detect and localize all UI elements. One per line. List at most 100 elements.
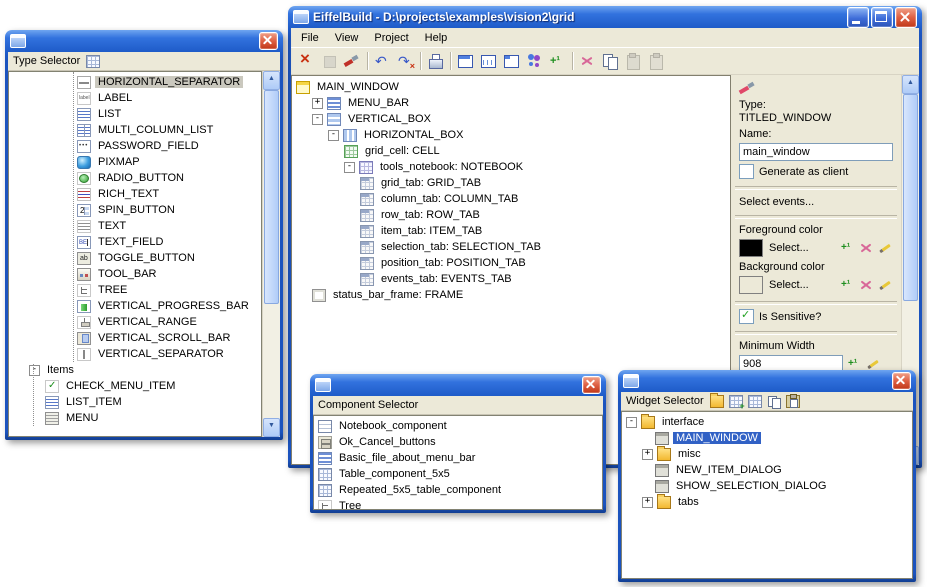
tree-row[interactable]: selection_tab: SELECTION_TAB xyxy=(292,239,730,255)
close-button[interactable] xyxy=(582,376,601,394)
pencil-icon[interactable] xyxy=(866,357,881,371)
background-select-button[interactable]: Select... xyxy=(769,279,836,291)
scrollbar-thumb[interactable] xyxy=(903,94,918,301)
tree-row[interactable]: HORIZONTAL_SEPARATOR xyxy=(9,74,261,90)
tree-row[interactable]: +misc xyxy=(622,446,912,462)
tree-row[interactable]: TEXT_FIELD xyxy=(9,234,261,250)
collapse-icon[interactable]: - xyxy=(328,130,339,141)
toolbar-button-tab-view[interactable] xyxy=(500,50,523,72)
folder-icon[interactable] xyxy=(710,395,724,408)
scroll-up-icon[interactable] xyxy=(902,75,919,94)
maximize-button[interactable] xyxy=(871,7,893,28)
tree-row[interactable]: Tree xyxy=(314,498,602,510)
toolbar-button-copy[interactable] xyxy=(599,50,622,72)
close-button[interactable] xyxy=(259,32,278,50)
toolbar-button-users[interactable] xyxy=(523,50,546,72)
tree-row[interactable]: NEW_ITEM_DIALOG xyxy=(622,462,912,478)
table-add-icon[interactable] xyxy=(729,395,743,408)
tree-row[interactable]: RADIO_BUTTON xyxy=(9,170,261,186)
table-icon[interactable] xyxy=(86,55,100,68)
titlebar[interactable] xyxy=(618,370,916,392)
tree-row[interactable]: Basic_file_about_menu_bar xyxy=(314,450,602,466)
collapse-icon[interactable]: - xyxy=(312,114,323,125)
select-events-button[interactable]: Select events... xyxy=(739,196,893,208)
tree-row[interactable]: Repeated_5x5_table_component xyxy=(314,482,602,498)
collapse-icon[interactable]: - xyxy=(626,417,637,428)
type-selector-scrollbar[interactable] xyxy=(262,71,280,437)
tree-row[interactable]: +MENU_BAR xyxy=(292,95,730,111)
scissors-icon[interactable] xyxy=(859,241,874,255)
plus-one-icon[interactable] xyxy=(840,241,855,255)
tree-row[interactable]: MAIN_WINDOW xyxy=(622,430,912,446)
tree-row[interactable]: LIST_ITEM xyxy=(9,394,261,410)
tree-row[interactable]: MULTI_COLUMN_LIST xyxy=(9,122,261,138)
tree-row[interactable]: Ok_Cancel_buttons xyxy=(314,434,602,450)
toolbar-button-cut[interactable] xyxy=(576,50,599,72)
titlebar[interactable] xyxy=(5,30,283,52)
tree-row[interactable]: status_bar_frame: FRAME xyxy=(292,287,730,303)
tree-row[interactable]: TREE xyxy=(9,282,261,298)
collapse-icon[interactable]: - xyxy=(344,162,355,173)
generate-as-client-checkbox[interactable] xyxy=(739,164,754,179)
titlebar[interactable]: EiffelBuild - D:\projects\examples\visio… xyxy=(288,6,922,28)
copy-icon[interactable] xyxy=(767,395,781,408)
menu-help[interactable]: Help xyxy=(417,30,456,46)
toolbar-button-brush[interactable] xyxy=(341,50,364,72)
pencil-icon[interactable] xyxy=(878,278,893,292)
minimize-button[interactable] xyxy=(847,7,869,28)
toolbar-button-add-one[interactable] xyxy=(546,50,569,72)
tree-row[interactable]: Table_component_5x5 xyxy=(314,466,602,482)
menu-file[interactable]: File xyxy=(293,30,327,46)
tree-row[interactable]: row_tab: ROW_TAB xyxy=(292,207,730,223)
background-color-swatch[interactable] xyxy=(739,276,763,294)
paste-icon[interactable] xyxy=(786,395,800,408)
tree-row[interactable]: -HORIZONTAL_BOX xyxy=(292,127,730,143)
expand-icon[interactable]: + xyxy=(642,449,653,460)
tree-row[interactable]: column_tab: COLUMN_TAB xyxy=(292,191,730,207)
expand-icon[interactable]: + xyxy=(312,98,323,109)
tree-row[interactable]: VERTICAL_SEPARATOR xyxy=(9,346,261,362)
titlebar[interactable] xyxy=(310,374,606,396)
tree-row[interactable]: SHOW_SELECTION_DIALOG xyxy=(622,478,912,494)
tree-row[interactable]: TOOL_BAR xyxy=(9,266,261,282)
tree-row[interactable]: PIXMAP xyxy=(9,154,261,170)
toolbar-button-paste[interactable] xyxy=(622,50,645,72)
tree-row[interactable]: +tabs xyxy=(622,494,912,510)
tree-row[interactable]: item_tab: ITEM_TAB xyxy=(292,223,730,239)
tree-row[interactable]: VERTICAL_SCROLL_BAR xyxy=(9,330,261,346)
scroll-up-icon[interactable] xyxy=(263,71,280,90)
tree-row[interactable]: CHECK_MENU_ITEM xyxy=(9,378,261,394)
tree-row[interactable]: MENU xyxy=(9,410,261,426)
tree-row[interactable]: -tools_notebook: NOTEBOOK xyxy=(292,159,730,175)
tree-row[interactable]: position_tab: POSITION_TAB xyxy=(292,255,730,271)
scissors-icon[interactable] xyxy=(859,278,874,292)
tree-row[interactable]: VERTICAL_PROGRESS_BAR xyxy=(9,298,261,314)
tree-row[interactable]: events_tab: EVENTS_TAB xyxy=(292,271,730,287)
tree-row[interactable]: -interface xyxy=(622,414,912,430)
tree-row[interactable]: -Items xyxy=(9,362,261,378)
tree-row[interactable]: PASSWORD_FIELD xyxy=(9,138,261,154)
tree-row[interactable]: TEXT xyxy=(9,218,261,234)
tree-row[interactable]: VERTICAL_RANGE xyxy=(9,314,261,330)
scroll-down-icon[interactable] xyxy=(263,418,280,437)
tree-row[interactable]: grid_cell: CELL xyxy=(292,143,730,159)
toolbar-button-undo[interactable] xyxy=(371,50,394,72)
foreground-color-swatch[interactable] xyxy=(739,239,763,257)
tree-row[interactable]: SPIN_BUTTON xyxy=(9,202,261,218)
expand-icon[interactable]: + xyxy=(642,497,653,508)
toolbar-button-redo[interactable] xyxy=(394,50,417,72)
table-icon[interactable] xyxy=(748,395,762,408)
menu-project[interactable]: Project xyxy=(366,30,416,46)
is-sensitive-checkbox[interactable] xyxy=(739,309,754,324)
scrollbar-track[interactable] xyxy=(263,90,280,418)
toolbar-button-window-view[interactable] xyxy=(454,50,477,72)
scrollbar-thumb[interactable] xyxy=(264,90,279,304)
menu-view[interactable]: View xyxy=(327,30,367,46)
tree-row[interactable]: LIST xyxy=(9,106,261,122)
tree-row[interactable]: Notebook_component xyxy=(314,418,602,434)
tree-row[interactable]: RICH_TEXT xyxy=(9,186,261,202)
toolbar-button-delete[interactable] xyxy=(295,50,318,72)
toolbar-button-launch[interactable] xyxy=(424,50,447,72)
tree-row[interactable]: LABEL xyxy=(9,90,261,106)
close-button[interactable] xyxy=(892,372,911,390)
